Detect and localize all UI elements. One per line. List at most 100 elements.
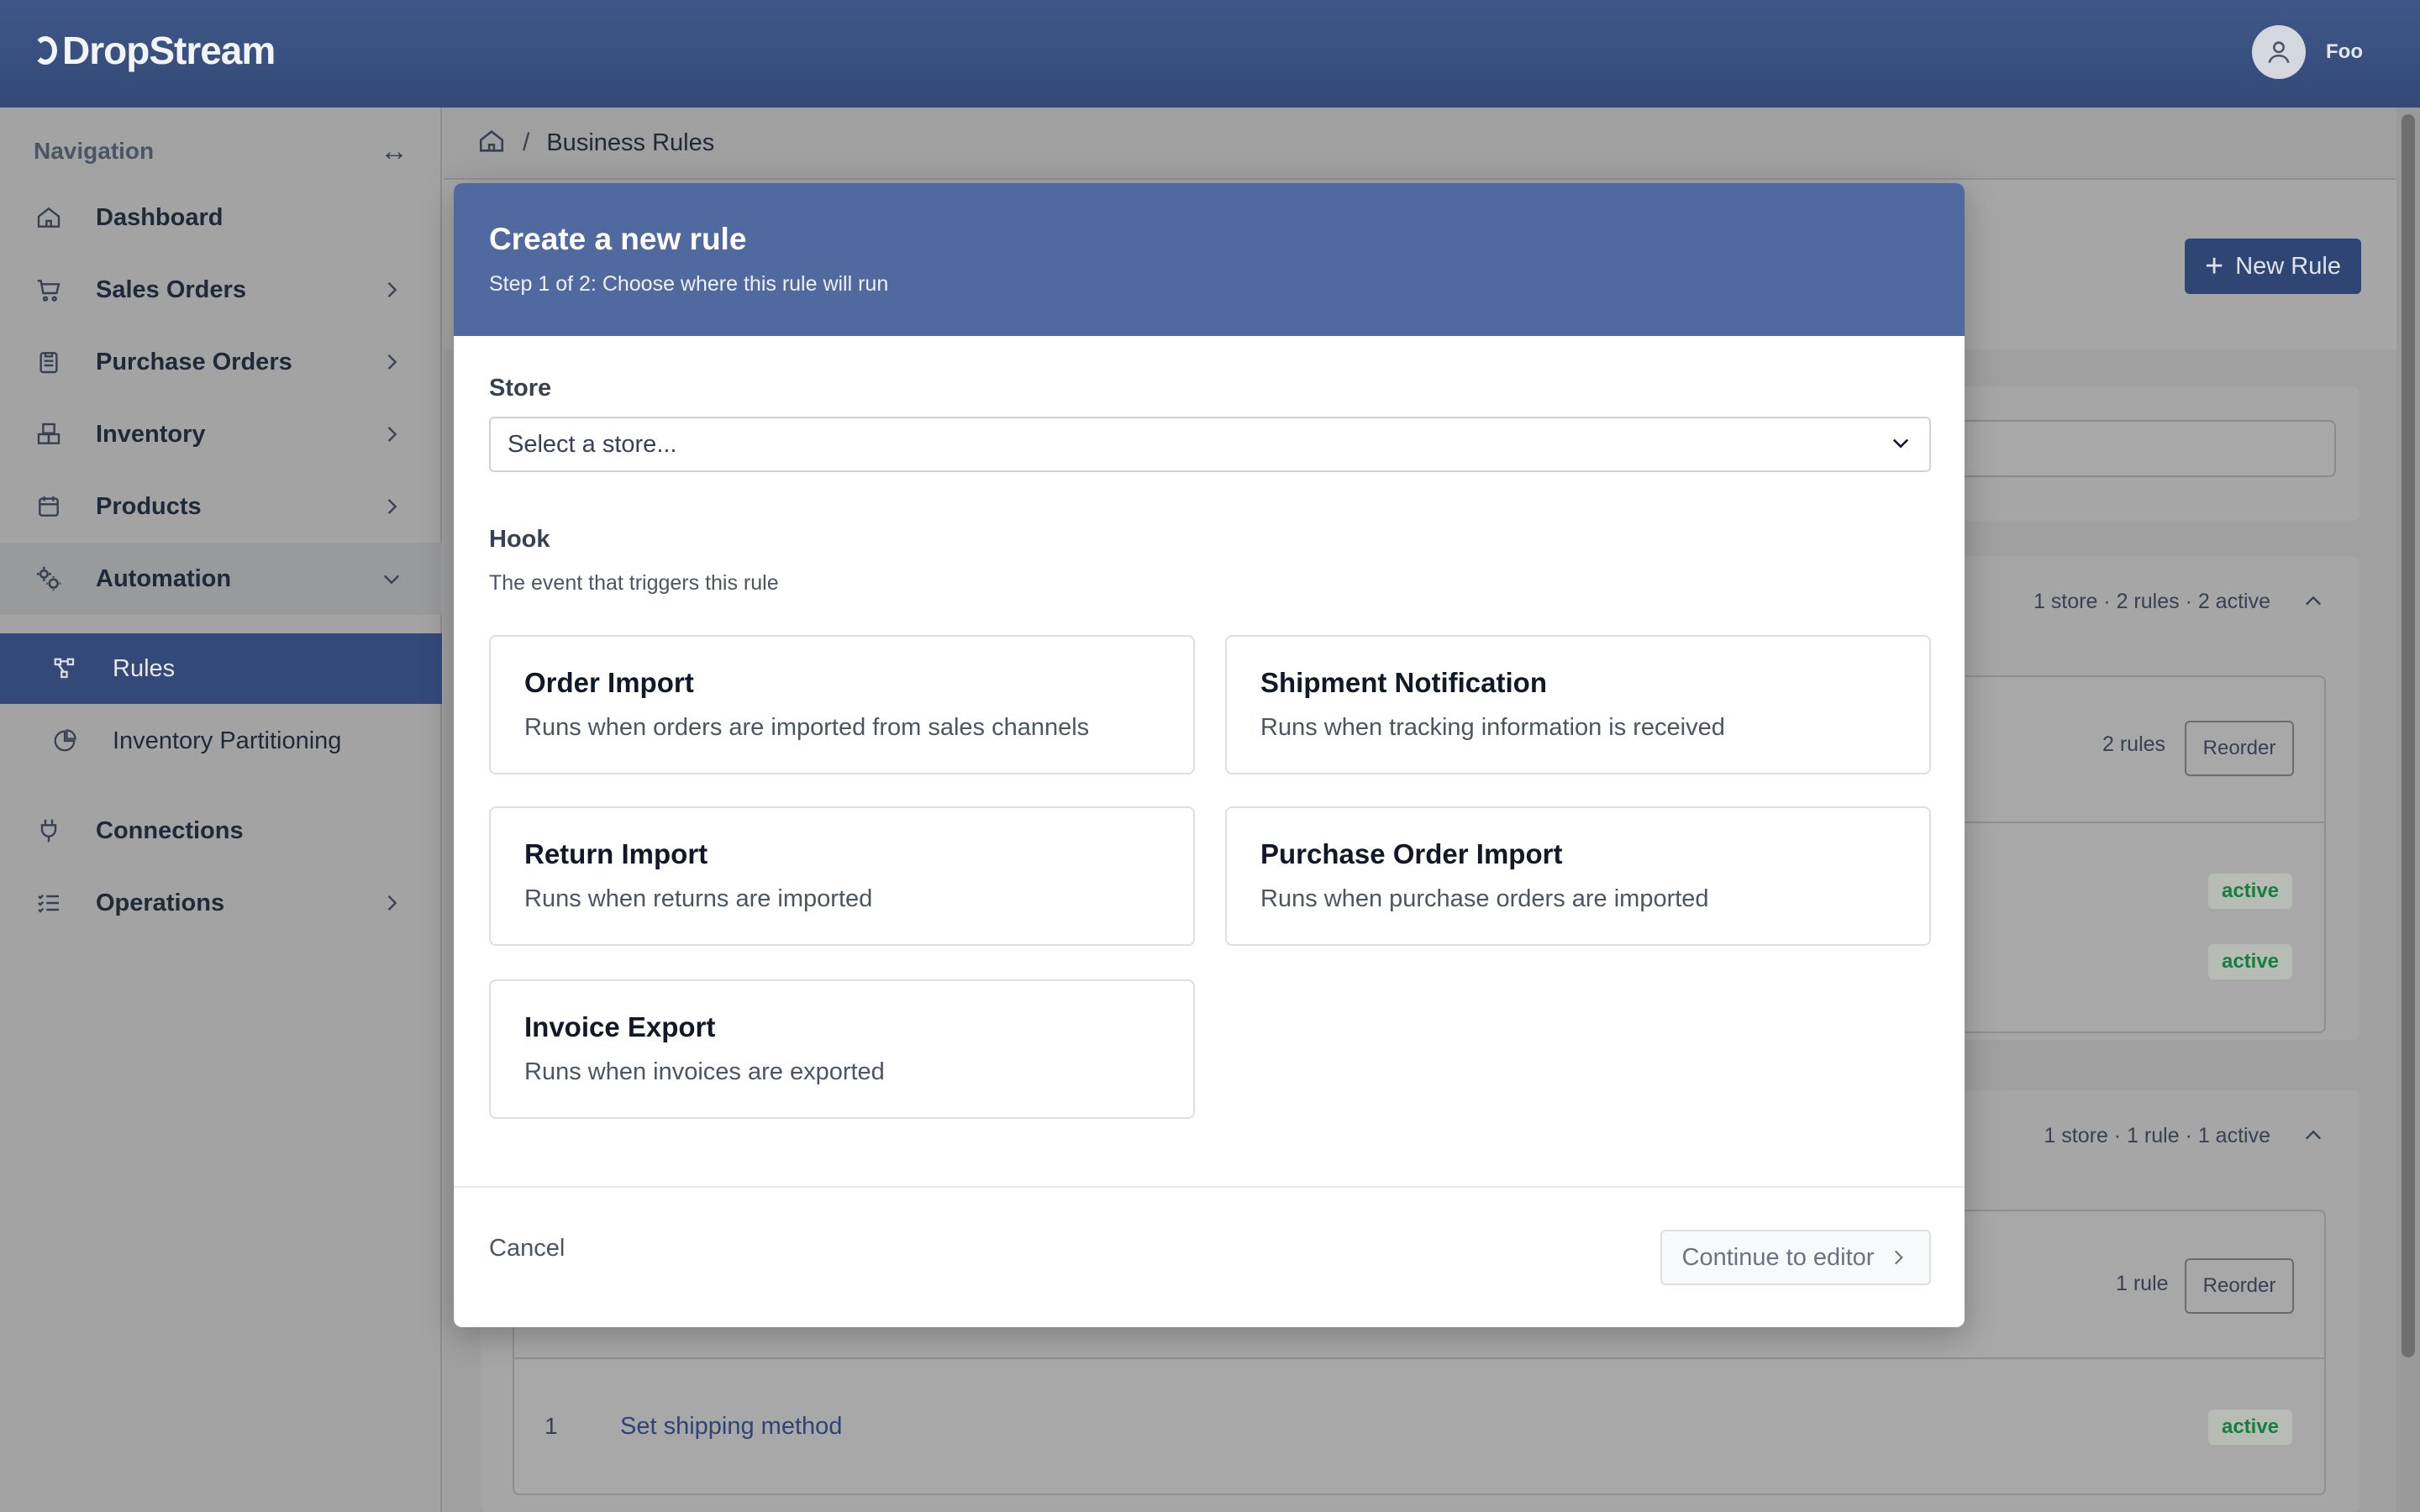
sidebar-item-label: Dashboard <box>96 203 224 231</box>
rules-count: 1 rule <box>2116 1272 2169 1295</box>
hook-option-desc: Runs when purchase orders are imported <box>1260 885 1709 912</box>
hook-option-shipment-notification[interactable]: Shipment Notification Runs when tracking… <box>1225 635 1931 774</box>
sidebar-item-inventory[interactable]: Inventory <box>0 398 442 470</box>
sidebar-item-connections[interactable]: Connections <box>0 795 442 867</box>
chevron-right-icon <box>375 886 408 920</box>
sidebar-item-label: Inventory <box>96 420 206 448</box>
calendar-icon <box>34 491 64 522</box>
sidebar-item-label: Automation <box>96 564 232 592</box>
chevron-down-icon <box>1889 431 1912 459</box>
hook-option-desc: Runs when orders are imported from sales… <box>524 714 1090 741</box>
reorder-button[interactable]: Reorder <box>2185 1258 2294 1314</box>
create-rule-modal: Create a new rule Step 1 of 2: Choose wh… <box>454 183 1965 1327</box>
top-bar: DropStream Foo <box>0 0 2420 108</box>
hook-option-title: Order Import <box>524 667 694 698</box>
sidebar-item-automation[interactable]: Automation <box>0 543 442 615</box>
group-meta: 1 store · 2 rules · 2 active <box>2033 589 2270 613</box>
divider <box>514 1357 2324 1359</box>
status-badge: active <box>2208 1410 2292 1445</box>
store-label: Store <box>489 375 552 402</box>
avatar[interactable] <box>2252 25 2307 79</box>
breadcrumb-separator: / <box>523 129 530 156</box>
cancel-button[interactable]: Cancel <box>489 1235 565 1263</box>
hook-option-desc: Runs when returns are imported <box>524 885 873 912</box>
sidebar-item-operations[interactable]: Operations <box>0 867 442 939</box>
sidebar-item-label: Operations <box>96 889 225 916</box>
hook-option-desc: Runs when tracking information is receiv… <box>1260 714 1725 741</box>
sidebar-header: Navigation ↔ <box>34 128 408 175</box>
cart-icon <box>34 275 64 305</box>
logo-mark-icon <box>34 36 57 65</box>
chevron-up-icon[interactable] <box>2301 589 2326 614</box>
sidebar-item-label: Connections <box>96 816 244 844</box>
hook-option-title: Purchase Order Import <box>1260 838 1563 869</box>
status-badge: active <box>2208 944 2292 979</box>
boxes-icon <box>34 419 64 449</box>
sidebar-item-rules[interactable]: Rules <box>0 633 442 704</box>
hook-option-title: Shipment Notification <box>1260 667 1547 698</box>
hook-option-title: Return Import <box>524 838 708 869</box>
continue-to-editor-button[interactable]: Continue to editor <box>1660 1230 1931 1285</box>
app-name: DropStream <box>62 29 276 72</box>
chevron-right-icon <box>375 490 408 523</box>
continue-label: Continue to editor <box>1681 1243 1875 1271</box>
plus-icon: + <box>2205 248 2224 284</box>
modal-subtitle: Step 1 of 2: Choose where this rule will… <box>489 272 889 296</box>
store-select-value: Select a store... <box>508 430 677 458</box>
hook-option-desc: Runs when invoices are exported <box>524 1058 885 1085</box>
sidebar-item-dashboard[interactable]: Dashboard <box>0 181 442 254</box>
rule-name-link[interactable]: Set shipping method <box>620 1413 842 1441</box>
chevron-up-icon[interactable] <box>2301 1123 2326 1148</box>
clipboard-icon <box>34 347 64 377</box>
pie-chart-icon <box>50 727 79 755</box>
scroll-thumb[interactable] <box>2402 114 2415 1357</box>
user-menu[interactable]: Foo <box>2252 25 2363 79</box>
new-rule-label: New Rule <box>2235 252 2341 280</box>
home-icon[interactable] <box>477 127 506 160</box>
collapse-sidebar-icon[interactable]: ↔ <box>380 135 408 168</box>
gears-icon <box>34 564 64 594</box>
store-select[interactable]: Select a store... <box>489 417 1931 472</box>
user-name: Foo <box>2326 40 2363 63</box>
breadcrumb: / Business Rules <box>444 108 2396 180</box>
hook-option-title: Invoice Export <box>524 1011 716 1042</box>
modal-footer: Cancel Continue to editor <box>454 1186 1965 1327</box>
sidebar-item-label: Inventory Partitioning <box>113 727 342 754</box>
chevron-right-icon <box>375 345 408 379</box>
group-meta: 1 store · 1 rule · 1 active <box>2044 1123 2270 1147</box>
app-logo[interactable]: DropStream <box>34 25 276 76</box>
sidebar-item-purchase-orders[interactable]: Purchase Orders <box>0 326 442 398</box>
sidebar: Navigation ↔ Dashboard Sales Orders Purc… <box>0 108 442 1512</box>
sidebar-item-label: Purchase Orders <box>96 348 292 375</box>
rule-priority: 1 <box>544 1413 558 1439</box>
home-icon <box>34 202 64 233</box>
checklist-icon <box>34 888 64 918</box>
sidebar-item-inventory-partitioning[interactable]: Inventory Partitioning <box>0 706 442 776</box>
hook-option-purchase-order-import[interactable]: Purchase Order Import Runs when purchase… <box>1225 806 1931 946</box>
chevron-right-icon <box>375 273 408 307</box>
chevron-right-icon <box>1887 1247 1909 1268</box>
breadcrumb-current: Business Rules <box>546 129 715 156</box>
reorder-button[interactable]: Reorder <box>2185 721 2294 776</box>
sidebar-item-label: Rules <box>113 654 176 682</box>
hook-option-invoice-export[interactable]: Invoice Export Runs when invoices are ex… <box>489 979 1195 1119</box>
rules-flow-icon <box>50 654 79 683</box>
hook-option-return-import[interactable]: Return Import Runs when returns are impo… <box>489 806 1195 946</box>
plug-icon <box>34 816 64 846</box>
sidebar-item-label: Products <box>96 492 202 520</box>
sidebar-item-sales-orders[interactable]: Sales Orders <box>0 254 442 326</box>
chevron-down-icon <box>375 562 408 596</box>
modal-title: Create a new rule <box>489 222 747 256</box>
rules-count: 2 rules <box>2102 732 2166 756</box>
hook-help: The event that triggers this rule <box>489 571 779 595</box>
new-rule-button[interactable]: + New Rule <box>2185 239 2361 294</box>
chevron-right-icon <box>375 417 408 451</box>
search-input[interactable] <box>1931 420 2336 477</box>
sidebar-item-products[interactable]: Products <box>0 470 442 543</box>
modal-header: Create a new rule Step 1 of 2: Choose wh… <box>454 183 1965 336</box>
scrollbar[interactable] <box>2396 108 2420 1512</box>
sidebar-heading: Navigation <box>34 138 155 164</box>
hook-option-order-import[interactable]: Order Import Runs when orders are import… <box>489 635 1195 774</box>
hook-label: Hook <box>489 526 550 553</box>
sidebar-item-label: Sales Orders <box>96 276 246 303</box>
